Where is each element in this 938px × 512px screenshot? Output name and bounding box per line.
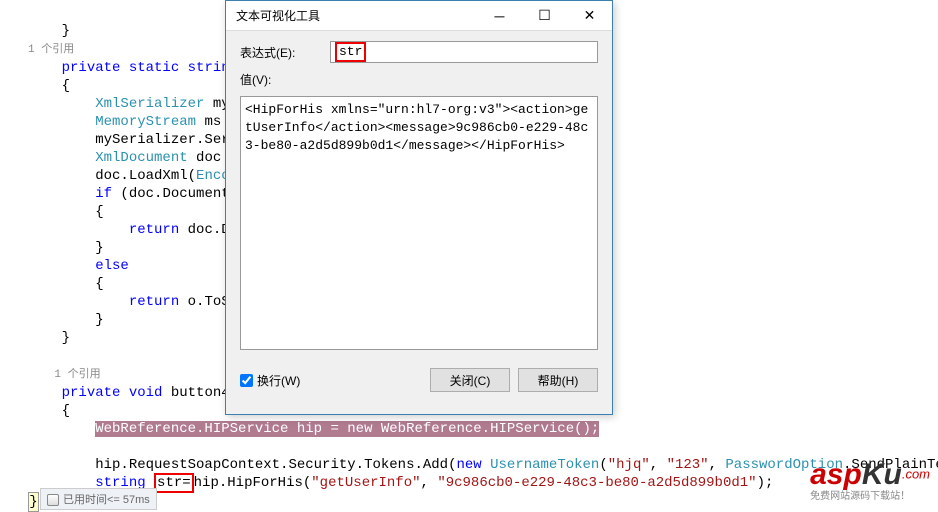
wrap-checkbox-input[interactable] — [240, 374, 253, 387]
text-visualizer-dialog: 文本可视化工具 ─ ☐ ✕ 表达式(E): str 值(V): <HipForH… — [225, 0, 613, 415]
code-line: { — [28, 204, 104, 220]
dialog-title: 文本可视化工具 — [236, 7, 477, 24]
code-line: { — [28, 403, 70, 419]
code-line: if (doc.DocumentEle — [28, 186, 255, 202]
code-line: MemoryStream ms = n — [28, 114, 255, 130]
code-line: return doc.Docu — [28, 222, 255, 238]
code-line: else — [28, 258, 129, 274]
code-line: { — [28, 276, 104, 292]
code-line: } — [28, 494, 39, 510]
dialog-titlebar[interactable]: 文本可视化工具 ─ ☐ ✕ — [226, 1, 612, 31]
code-line: } — [28, 23, 70, 39]
perf-statusbar[interactable]: 已用时间<= 57ms — [40, 488, 157, 510]
code-line: private void button4_Cl — [28, 385, 255, 401]
code-line: } — [28, 330, 70, 346]
code-line: private static string O — [28, 60, 255, 76]
close-dialog-button[interactable]: 关闭(C) — [430, 368, 510, 392]
code-reference[interactable]: 1 个引用 — [28, 44, 74, 56]
highlighted-code: WebReference.HIPService hip = new WebRef… — [95, 421, 599, 437]
code-line: XmlSerializer mySer — [28, 96, 255, 112]
watermark-logo: aspKu.com 免费网站源码下载站！ — [810, 460, 930, 502]
code-line: return o.ToStri — [28, 294, 255, 310]
code-line: { — [28, 78, 70, 94]
maximize-button[interactable]: ☐ — [522, 1, 567, 31]
value-textarea[interactable]: <HipForHis xmlns="urn:hl7-org:v3"><actio… — [240, 96, 598, 350]
code-line: doc.LoadXml(Encodin — [28, 168, 255, 184]
code-reference[interactable]: 1 个引用 — [28, 369, 101, 381]
code-line — [28, 348, 36, 364]
debug-variable-highlight: str= — [154, 473, 194, 493]
wrap-checkbox-label: 换行(W) — [257, 372, 300, 389]
code-line: } — [28, 312, 104, 328]
minimize-button[interactable]: ─ — [477, 1, 522, 31]
expression-input[interactable]: str — [330, 41, 598, 63]
expression-label: 表达式(E): — [240, 44, 330, 61]
code-line: mySerializer.Serial — [28, 132, 255, 148]
code-line: } — [28, 240, 104, 256]
value-label: 值(V): — [240, 71, 330, 88]
code-line — [28, 439, 36, 455]
close-button[interactable]: ✕ — [567, 1, 612, 31]
help-button[interactable]: 帮助(H) — [518, 368, 598, 392]
execution-pointer: } — [28, 492, 39, 512]
wrap-checkbox[interactable]: 换行(W) — [240, 372, 300, 389]
code-line: XmlDocument doc = n — [28, 150, 255, 166]
code-line: WebReference.HIPService hip = new WebRef… — [28, 421, 599, 437]
code-line: hip.RequestSoapContext.Security.Tokens.A… — [28, 457, 938, 473]
